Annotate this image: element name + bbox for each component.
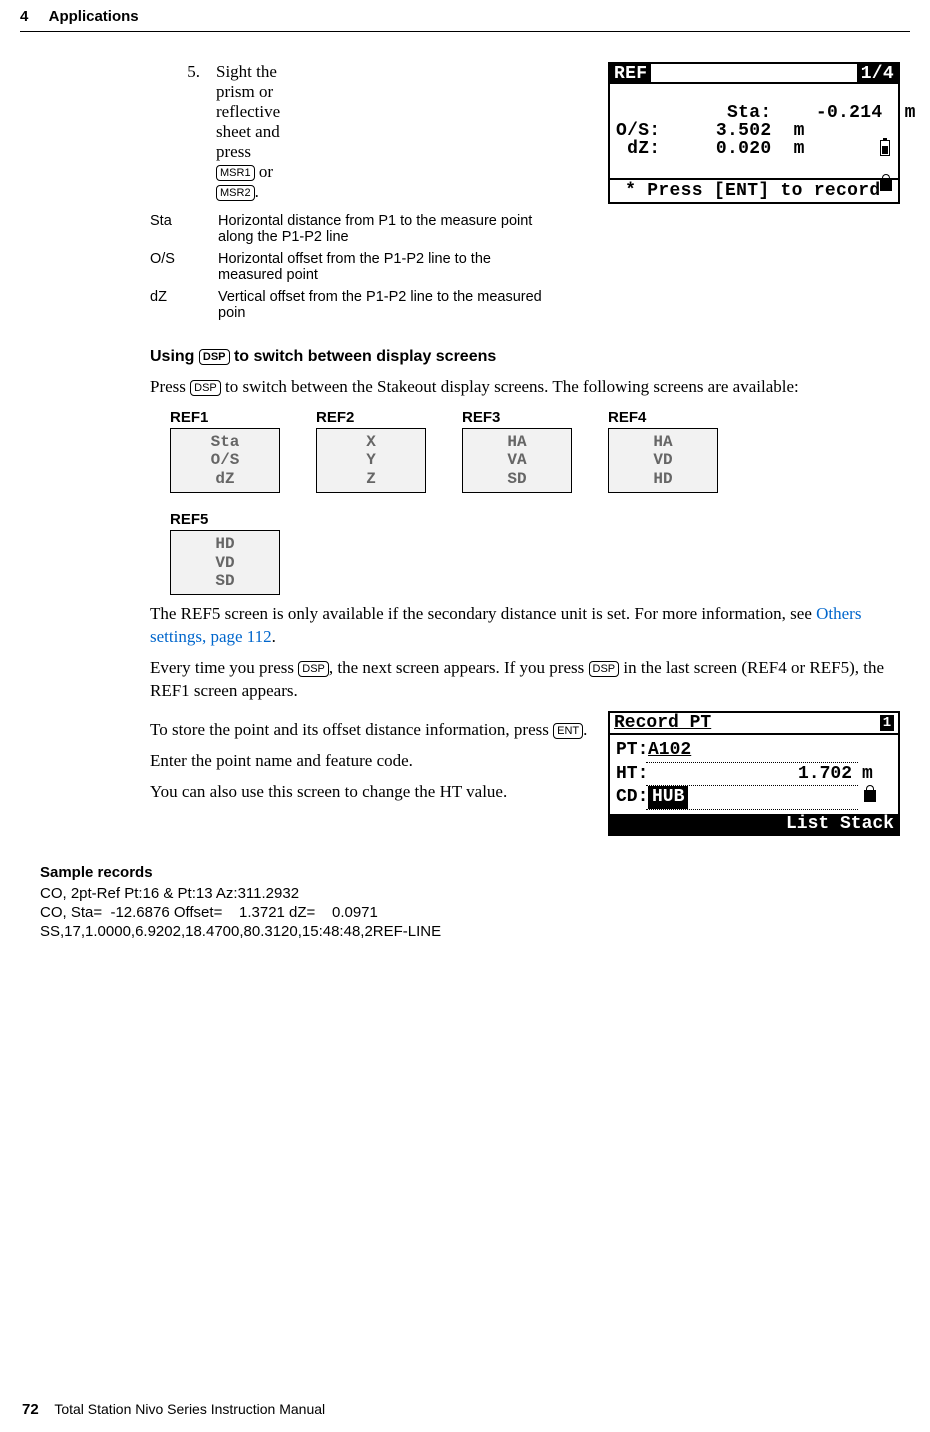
paragraph: To store the point and its offset distan…	[150, 719, 590, 742]
footer-title: Total Station Nivo Series Instruction Ma…	[54, 1401, 325, 1417]
page-number: 72	[22, 1401, 39, 1418]
paragraph: You can also use this screen to change t…	[150, 781, 590, 804]
mini-screen: HA VA SD	[462, 428, 572, 493]
key-msr2: MSR2	[216, 185, 255, 201]
lock-icon	[880, 179, 892, 191]
lcd2-badge: 1	[880, 715, 894, 731]
key-dsp: DSP	[199, 349, 230, 365]
page-header: 4 Applications	[20, 8, 910, 31]
mini-screen: Sta O/S dZ	[170, 428, 280, 493]
def-desc: Vertical offset from the P1-P2 line to t…	[218, 286, 576, 324]
step-number: 5.	[150, 62, 216, 202]
key-dsp: DSP	[298, 661, 329, 677]
table-row: dZ Vertical offset from the P1-P2 line t…	[150, 286, 576, 324]
mini-screen: HA VD HD	[608, 428, 718, 493]
chapter-title: Applications	[49, 8, 139, 25]
mini-screen: HD VD SD	[170, 530, 280, 595]
def-desc: Horizontal distance from P1 to the measu…	[218, 210, 576, 248]
ref1-block: REF1 Sta O/S dZ	[170, 409, 280, 493]
lcd-footer: * Press [ENT] to record	[610, 178, 898, 202]
ref4-block: REF4 HA VD HD	[608, 409, 718, 493]
cd-value: HUB	[648, 786, 688, 809]
def-term: dZ	[150, 286, 218, 324]
paragraph: Press DSP to switch between the Stakeout…	[150, 376, 900, 399]
table-row: Sta Horizontal distance from P1 to the m…	[150, 210, 576, 248]
definition-table: Sta Horizontal distance from P1 to the m…	[150, 210, 576, 324]
lcd2-title: Record PT	[614, 713, 880, 733]
paragraph: The REF5 screen is only available if the…	[150, 603, 900, 649]
key-dsp: DSP	[190, 380, 221, 396]
sample-records: Sample records CO, 2pt-Ref Pt:16 & Pt:13…	[40, 864, 910, 940]
lcd-body-lines: Sta: -0.214 m O/S: 3.502 m dZ: 0.020 m	[616, 103, 916, 159]
lcd2-bottom: List Stack	[610, 814, 898, 834]
battery-icon	[880, 140, 890, 156]
header-rule	[20, 31, 910, 32]
key-msr1: MSR1	[216, 165, 255, 181]
ref2-block: REF2 X Y Z	[316, 409, 426, 493]
ref-screens-row1: REF1 Sta O/S dZ REF2 X Y Z REF3 HA	[170, 409, 900, 493]
sample-line: CO, Sta= -12.6876 Offset= 1.3721 dZ= 0.0…	[40, 904, 910, 921]
def-term: Sta	[150, 210, 218, 248]
lcd-record-screen: Record PT 1 PT: A102 HT: 1.702 m	[608, 711, 900, 836]
ref-screens-row2: REF5 HD VD SD	[170, 511, 900, 595]
ref5-block: REF5 HD VD SD	[170, 511, 280, 595]
def-term: O/S	[150, 248, 218, 286]
key-ent: ENT	[553, 723, 583, 739]
sample-line: CO, 2pt-Ref Pt:16 & Pt:13 Az:311.2932	[40, 885, 910, 902]
lock-icon	[864, 790, 876, 802]
sample-line: SS,17,1.0000,6.9202,18.4700,80.3120,15:4…	[40, 923, 910, 940]
ref3-block: REF3 HA VA SD	[462, 409, 572, 493]
step-text: Sight the prism or reflective sheet and …	[216, 62, 596, 202]
table-row: O/S Horizontal offset from the P1-P2 lin…	[150, 248, 576, 286]
chapter-num: 4	[20, 8, 28, 25]
mini-screen: X Y Z	[316, 428, 426, 493]
page-footer: 72 Total Station Nivo Series Instruction…	[0, 1401, 930, 1418]
ht-value: 1.702	[646, 763, 858, 787]
paragraph: Enter the point name and feature code.	[150, 750, 590, 773]
pt-value: A102	[646, 739, 858, 763]
lcd-title-left: REF	[610, 64, 651, 84]
lcd-ref-screen: REF 1/4 Sta: -0.214 m O/S: 3.502 m dZ: 0…	[608, 62, 900, 204]
subheading: Using DSP to switch between display scre…	[150, 348, 900, 366]
key-dsp: DSP	[589, 661, 620, 677]
def-desc: Horizontal offset from the P1-P2 line to…	[218, 248, 576, 286]
lcd-title-right: 1/4	[857, 64, 898, 84]
paragraph: Every time you press DSP, the next scree…	[150, 657, 900, 703]
